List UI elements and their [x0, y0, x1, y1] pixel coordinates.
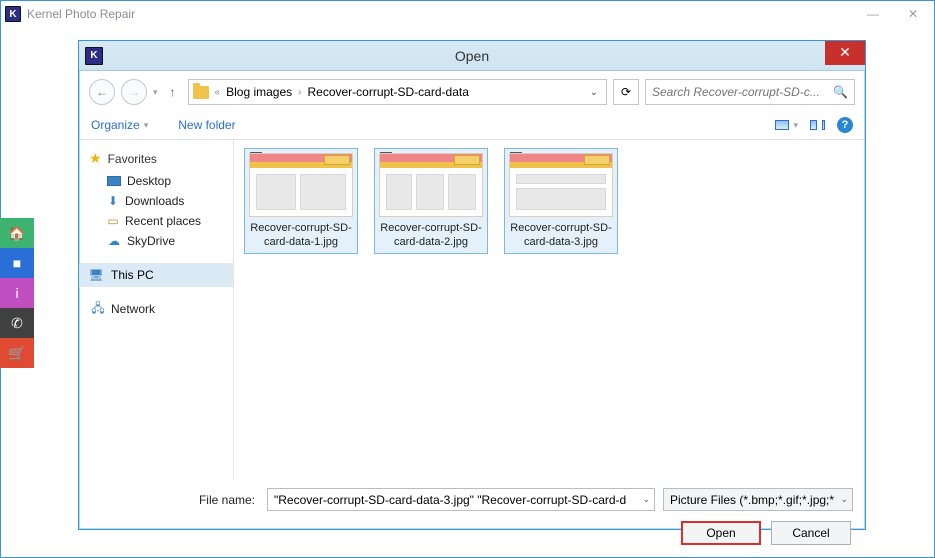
- filename-field[interactable]: ⌄: [267, 488, 655, 511]
- pane-icon: [810, 120, 817, 130]
- address-bar[interactable]: « Blog images › Recover-corrupt-SD-card-…: [188, 79, 607, 105]
- breadcrumb-part2[interactable]: Recover-corrupt-SD-card-data: [307, 85, 468, 99]
- file-name: Recover-corrupt-SD-card-data-1.jpg: [247, 217, 355, 251]
- back-button[interactable]: ←: [89, 79, 115, 105]
- forward-button[interactable]: →: [121, 79, 147, 105]
- chevron-down-icon: ▾: [793, 120, 798, 131]
- desktop-icon: [107, 176, 121, 186]
- open-button[interactable]: Open: [681, 521, 761, 545]
- chevron-right-icon: ›: [298, 87, 301, 98]
- pc-icon: 🖥: [89, 269, 103, 281]
- dialog-title: Open: [79, 48, 865, 64]
- file-item[interactable]: ✔ Recover-corrupt-SD-card-data-3.jpg: [504, 148, 618, 254]
- file-list: ✔ Recover-corrupt-SD-card-data-1.jpg ✔ R…: [234, 140, 865, 480]
- thumbnail: [379, 153, 483, 217]
- recent-icon: ▭: [107, 214, 119, 228]
- dialog-close-button[interactable]: ✕: [825, 41, 865, 65]
- view-mode-button[interactable]: ▾: [775, 120, 798, 131]
- organize-menu[interactable]: Organize ▾: [91, 118, 148, 132]
- page-side-toolbar: 🏠 ■ i ✆ 🛒: [0, 218, 34, 368]
- up-button[interactable]: ↑: [164, 79, 182, 105]
- app-icon: K: [5, 6, 21, 22]
- help-icon[interactable]: ?: [837, 117, 853, 133]
- thumbnail: [509, 153, 613, 217]
- network-icon: 🖧: [91, 303, 105, 315]
- filename-input[interactable]: [274, 489, 636, 510]
- sidebar-item-network[interactable]: 🖧Network: [79, 299, 233, 319]
- preview-pane-button[interactable]: [810, 120, 825, 130]
- file-item[interactable]: ✔ Recover-corrupt-SD-card-data-1.jpg: [244, 148, 358, 254]
- open-dialog: K Open ✕ ← → ▾ ↑ « Blog images › Recover…: [78, 40, 866, 530]
- dialog-body: ★Favorites Desktop ⬇Downloads ▭Recent pl…: [79, 140, 865, 480]
- home-icon[interactable]: 🏠: [0, 218, 34, 248]
- sidebar-item-desktop[interactable]: Desktop: [79, 171, 233, 191]
- thumbnail-icon: [775, 120, 789, 130]
- bottom-panel: File name: ⌄ Picture Files (*.bmp;*.gif;…: [79, 480, 865, 553]
- history-dropdown-icon[interactable]: ▾: [153, 87, 158, 98]
- refresh-button[interactable]: ⟳: [613, 79, 639, 105]
- filename-label: File name:: [91, 493, 259, 507]
- filetype-select[interactable]: Picture Files (*.bmp;*.gif;*.jpg;* ⌄: [663, 488, 853, 511]
- sidebar-item-downloads[interactable]: ⬇Downloads: [79, 191, 233, 211]
- video-icon[interactable]: ■: [0, 248, 34, 278]
- sidebar-item-thispc[interactable]: 🖥This PC: [79, 263, 233, 287]
- toolbar-row: Organize ▾ New folder ▾ ?: [79, 113, 865, 140]
- app-title: Kernel Photo Repair: [27, 7, 135, 21]
- phone-icon[interactable]: ✆: [0, 308, 34, 338]
- downloads-icon: ⬇: [107, 195, 119, 207]
- skydrive-icon: ☁: [107, 236, 121, 246]
- sidebar: ★Favorites Desktop ⬇Downloads ▭Recent pl…: [79, 140, 234, 480]
- cancel-button[interactable]: Cancel: [771, 521, 851, 545]
- nav-row: ← → ▾ ↑ « Blog images › Recover-corrupt-…: [79, 71, 865, 113]
- file-name: Recover-corrupt-SD-card-data-2.jpg: [377, 217, 485, 251]
- star-icon: ★: [89, 150, 102, 167]
- app-titlebar: K Kernel Photo Repair — ✕: [1, 1, 934, 27]
- search-box[interactable]: 🔍: [645, 79, 855, 105]
- dialog-titlebar: K Open ✕: [79, 41, 865, 71]
- minimize-button[interactable]: —: [856, 4, 890, 24]
- sidebar-favorites[interactable]: ★Favorites: [79, 146, 233, 171]
- chevron-right-icon: «: [215, 87, 221, 98]
- folder-icon: [193, 86, 209, 99]
- address-dropdown-icon[interactable]: ⌄: [586, 87, 602, 98]
- sidebar-item-recent[interactable]: ▭Recent places: [79, 211, 233, 231]
- search-icon: 🔍: [833, 85, 848, 99]
- thumbnail: [249, 153, 353, 217]
- chevron-down-icon: ▾: [144, 120, 149, 131]
- filetype-value: Picture Files (*.bmp;*.gif;*.jpg;*: [670, 493, 834, 507]
- breadcrumb-part1[interactable]: Blog images: [226, 85, 292, 99]
- info-icon[interactable]: i: [0, 278, 34, 308]
- cart-icon[interactable]: 🛒: [0, 338, 34, 368]
- sidebar-item-skydrive[interactable]: ☁SkyDrive: [79, 231, 233, 251]
- chevron-down-icon[interactable]: ⌄: [642, 494, 650, 505]
- close-button[interactable]: ✕: [896, 4, 930, 24]
- search-input[interactable]: [652, 85, 829, 99]
- file-item[interactable]: ✔ Recover-corrupt-SD-card-data-2.jpg: [374, 148, 488, 254]
- file-name: Recover-corrupt-SD-card-data-3.jpg: [507, 217, 615, 251]
- chevron-down-icon: ⌄: [840, 494, 848, 505]
- new-folder-button[interactable]: New folder: [178, 118, 235, 132]
